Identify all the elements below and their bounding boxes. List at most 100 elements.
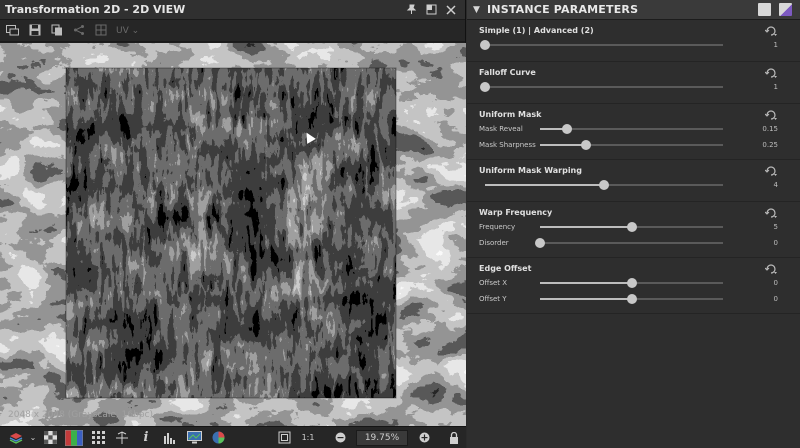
texture-canvas[interactable]: 2048 x 2048 (Grayscale, 16bpc) <box>0 43 466 426</box>
param-group: Uniform Mask Mask Reveal 0.15 Mask Sharpnes… <box>467 104 800 160</box>
slider-fill <box>540 282 632 284</box>
view-title: Transformation 2D - 2D VIEW <box>5 3 186 16</box>
layers-icon[interactable] <box>4 429 28 447</box>
reset-param-icon[interactable] <box>764 110 778 124</box>
info-icon[interactable]: i <box>134 429 158 447</box>
share-icon[interactable] <box>72 24 85 37</box>
reset-param-icon[interactable] <box>764 26 778 40</box>
zoom-in-icon[interactable] <box>412 429 436 447</box>
param-value[interactable]: 0 <box>774 295 778 303</box>
param-slider[interactable] <box>480 82 723 92</box>
param-row: Offset X 0 <box>479 275 800 291</box>
slider-knob[interactable] <box>480 82 490 92</box>
reset-param-icon[interactable] <box>764 208 778 222</box>
snapshot-icon[interactable] <box>6 24 19 37</box>
param-group: Uniform Mask Warping 4 <box>467 160 800 202</box>
param-slider[interactable] <box>540 140 723 150</box>
params-header: ▼ INSTANCE PARAMETERS <box>467 0 800 20</box>
reset-param-icon[interactable] <box>764 264 778 278</box>
slider-knob[interactable] <box>626 278 637 288</box>
uv-toggle-icon[interactable] <box>94 24 107 37</box>
chevron-down-icon[interactable]: ▼ <box>473 5 487 15</box>
fit-view-icon[interactable] <box>272 429 296 447</box>
uv-label: UV <box>116 25 129 36</box>
color-swatch-icon[interactable] <box>779 3 792 16</box>
zoom-level-field[interactable]: 19.75% <box>356 429 408 446</box>
param-row: Disorder 0 <box>479 235 800 251</box>
slider-fill <box>540 298 632 300</box>
slider-knob[interactable] <box>626 222 637 232</box>
params-title: INSTANCE PARAMETERS <box>487 3 639 16</box>
param-value[interactable]: 0 <box>774 239 778 247</box>
canvas-resolution-info: 2048 x 2048 (Grayscale, 16bpc) <box>8 410 153 420</box>
reset-param-icon[interactable] <box>764 166 778 180</box>
param-slider[interactable] <box>480 40 723 50</box>
param-group: Simple (1) | Advanced (2) 1 <box>467 20 800 62</box>
texture-image <box>0 43 466 426</box>
param-group-title: Uniform Mask <box>479 110 542 119</box>
view-2d-panel: Transformation 2D - 2D VIEW UV ⌄ 2048 x … <box>0 0 466 448</box>
close-icon[interactable] <box>445 4 457 16</box>
param-label: Frequency <box>479 223 516 231</box>
document-icon[interactable] <box>758 3 771 16</box>
param-slider[interactable] <box>485 180 723 190</box>
slider-knob[interactable] <box>535 238 545 248</box>
slider-knob[interactable] <box>599 180 609 190</box>
param-row: 1 <box>479 79 800 95</box>
grid-icon[interactable] <box>86 429 110 447</box>
view-titlebar: Transformation 2D - 2D VIEW <box>0 0 465 20</box>
pin-icon[interactable] <box>405 4 417 16</box>
actual-size-icon[interactable]: 1:1 <box>296 429 320 447</box>
param-group-title: Warp Frequency <box>479 208 553 217</box>
param-slider[interactable] <box>540 294 723 304</box>
instance-parameters-panel: ▼ INSTANCE PARAMETERS Simple (1) | Advan… <box>467 0 800 448</box>
param-group-title: Uniform Mask Warping <box>479 166 582 175</box>
param-slider[interactable] <box>540 222 723 232</box>
param-row: Mask Sharpness 0.25 <box>479 137 800 153</box>
chevron-down-icon[interactable]: ⌄ <box>28 429 38 447</box>
slider-fill <box>540 226 632 228</box>
transform-tool-icon[interactable] <box>110 429 134 447</box>
color-wheel-icon[interactable] <box>206 429 230 447</box>
zoom-out-icon[interactable] <box>328 429 352 447</box>
slider-fill <box>485 184 604 186</box>
slider-knob[interactable] <box>562 124 573 134</box>
checker-icon[interactable] <box>38 429 62 447</box>
histogram-icon[interactable] <box>158 429 182 447</box>
app-window: Transformation 2D - 2D VIEW UV ⌄ 2048 x … <box>0 0 800 448</box>
param-value[interactable]: 0 <box>774 279 778 287</box>
rgb-channels-icon[interactable] <box>62 429 86 447</box>
slider-knob[interactable] <box>480 40 490 50</box>
uv-dropdown[interactable]: UV ⌄ <box>116 26 139 36</box>
param-group-title: Simple (1) | Advanced (2) <box>479 26 594 35</box>
slider-knob[interactable] <box>580 140 591 150</box>
param-group: Falloff Curve 1 <box>467 62 800 104</box>
slider-knob[interactable] <box>626 294 637 304</box>
lock-icon[interactable] <box>442 429 466 447</box>
param-value[interactable]: 1 <box>774 83 778 91</box>
param-value[interactable]: 0.25 <box>762 141 778 149</box>
param-group: Warp Frequency Frequency 5 Disorder 0 <box>467 202 800 258</box>
param-group-title: Edge Offset <box>479 264 532 273</box>
reset-param-icon[interactable] <box>764 68 778 82</box>
slider-fill <box>540 144 586 146</box>
undock-icon[interactable] <box>425 4 437 16</box>
chevron-down-icon: ⌄ <box>131 25 140 36</box>
param-group-title: Falloff Curve <box>479 68 536 77</box>
display-icon[interactable] <box>182 429 206 447</box>
param-row: Offset Y 0 <box>479 291 800 307</box>
save-icon[interactable] <box>28 24 41 37</box>
param-value[interactable]: 5 <box>774 223 778 231</box>
parameter-groups: Simple (1) | Advanced (2) 1 Falloff Curve 1… <box>467 20 800 314</box>
param-slider[interactable] <box>540 124 723 134</box>
param-label: Mask Reveal <box>479 125 523 133</box>
copy-icon[interactable] <box>50 24 63 37</box>
param-slider[interactable] <box>535 238 723 248</box>
param-slider[interactable] <box>540 278 723 288</box>
param-label: Disorder <box>479 239 509 247</box>
param-label: Offset X <box>479 279 508 287</box>
param-value[interactable]: 1 <box>774 41 778 49</box>
param-value[interactable]: 4 <box>774 181 778 189</box>
params-empty-area <box>467 318 800 448</box>
param-value[interactable]: 0.15 <box>762 125 778 133</box>
